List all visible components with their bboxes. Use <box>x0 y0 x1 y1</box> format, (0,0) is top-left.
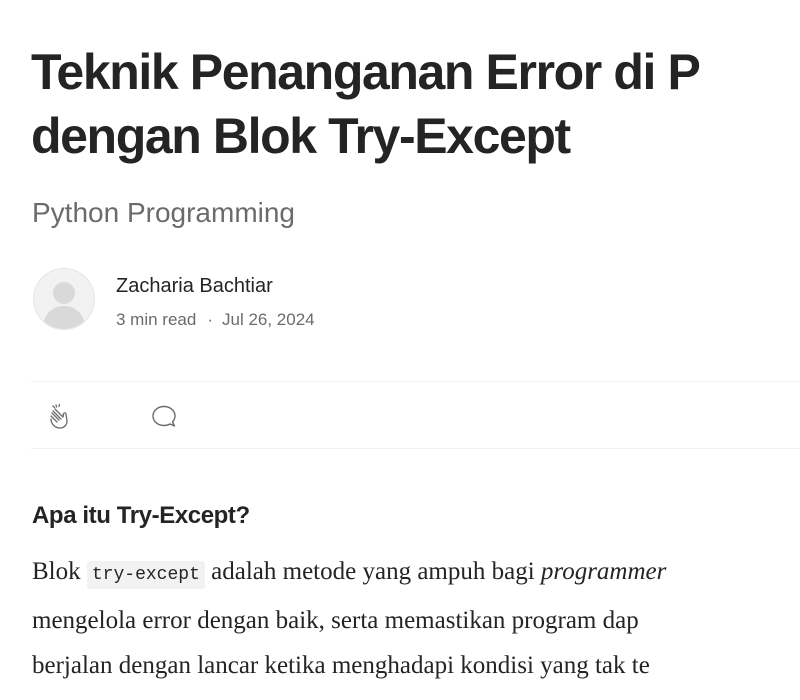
article-paragraph: Blok try-except adalah metode yang ampuh… <box>32 549 666 688</box>
meta-separator: · <box>207 310 213 329</box>
article-subtitle: Python Programming <box>32 197 296 228</box>
clap-icon <box>50 403 68 429</box>
read-time: 3 min read <box>116 310 197 329</box>
article-meta: 3 min read · Jul 26, 2024 <box>116 309 315 331</box>
paragraph-line-2: mengelola error dengan baik, serta memas… <box>32 607 639 634</box>
author-name[interactable]: Zacharia Bachtiar <box>116 273 273 299</box>
avatar[interactable] <box>33 268 95 330</box>
publish-date: Jul 26, 2024 <box>222 310 315 329</box>
article-title-line-2: dengan Blok Try-Except <box>31 108 571 164</box>
article-title: Teknik Penanganan Error di P dengan Blok… <box>31 40 701 168</box>
paragraph-line-3: berjalan dengan lancar ketika menghadapi… <box>32 652 650 679</box>
inline-code: try-except <box>86 561 205 589</box>
author-block: Zacharia Bachtiar 3 min read · Jul 26, 202… <box>33 268 733 330</box>
emphasis-text: programmer <box>540 558 667 585</box>
section-heading: Apa itu Try-Except? <box>32 502 250 529</box>
paragraph-line-1: Blok try-except adalah metode yang ampuh… <box>32 549 666 598</box>
paragraph-text: Blok <box>32 558 87 585</box>
article-action-bar <box>31 381 800 449</box>
comment-icon <box>152 405 176 427</box>
comment-button[interactable] <box>148 400 180 432</box>
clap-button[interactable] <box>43 400 75 432</box>
paragraph-text: adalah metode yang ampuh bagi <box>204 558 541 585</box>
article-page: Teknik Penanganan Error di P dengan Blok… <box>0 0 800 700</box>
article-title-line-1: Teknik Penanganan Error di P <box>31 44 701 100</box>
default-user-avatar-icon <box>42 282 86 329</box>
